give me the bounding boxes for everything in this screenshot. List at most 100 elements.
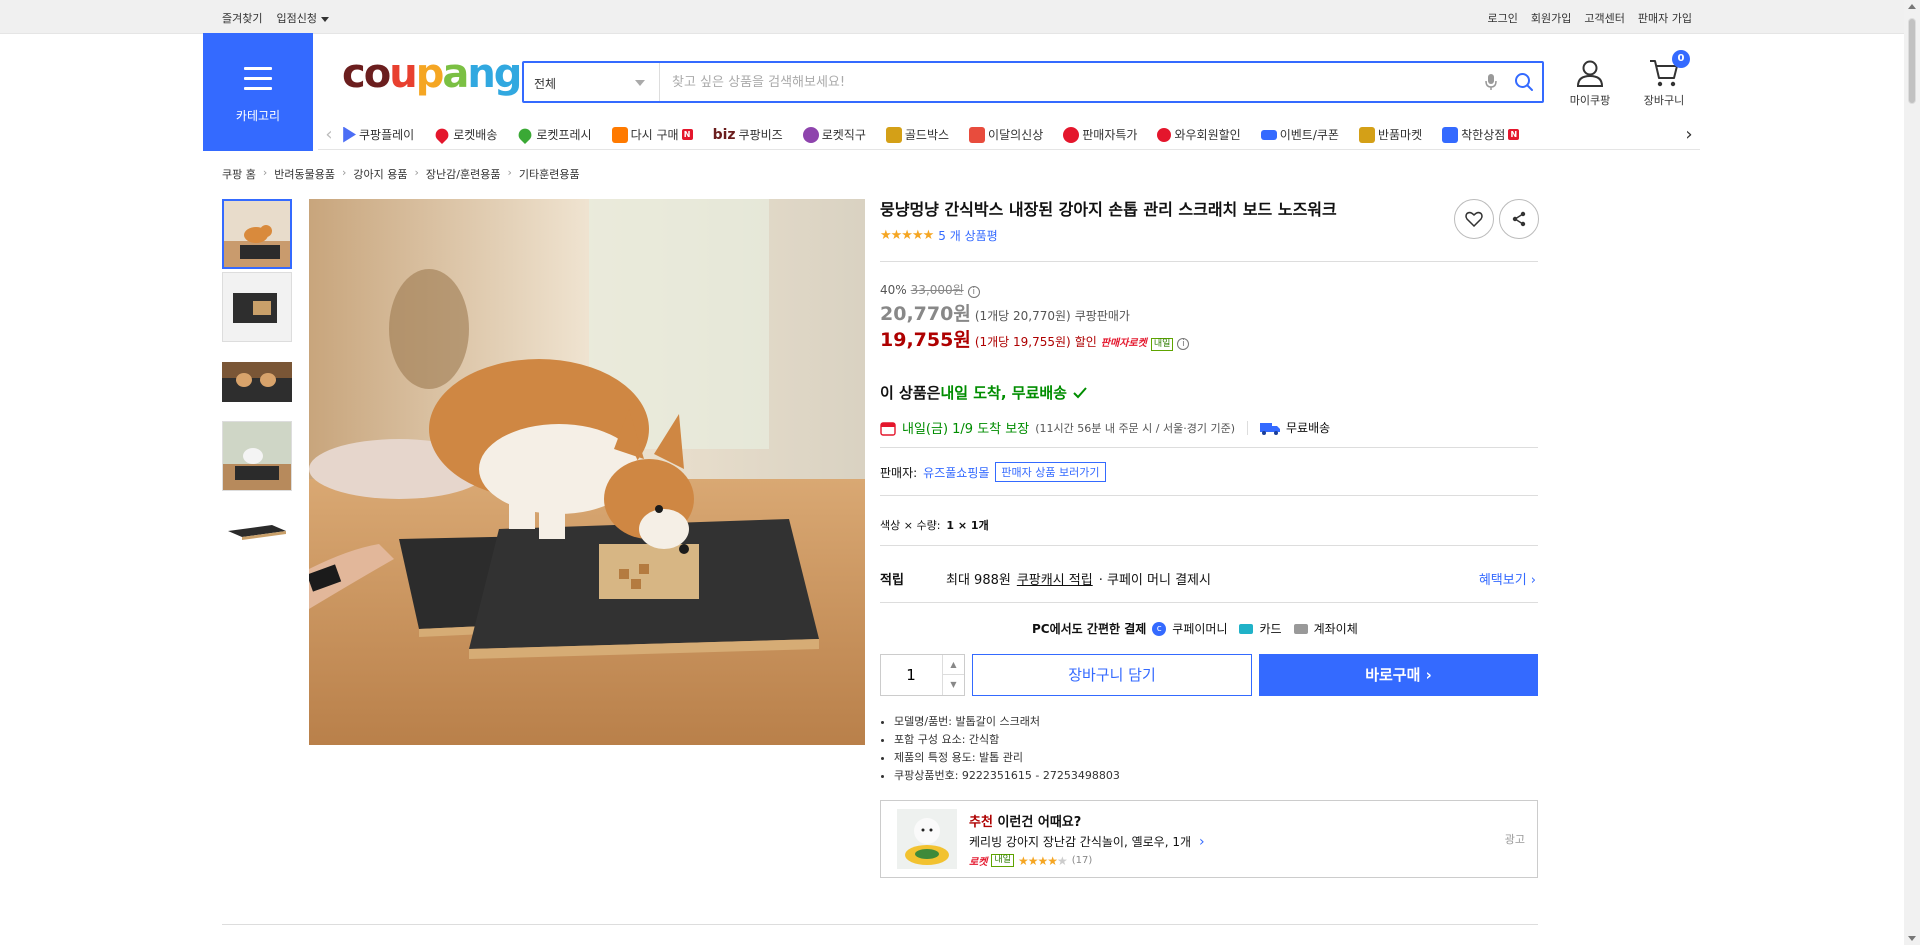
breadcrumb-training[interactable]: 기타훈련용품 <box>519 166 580 182</box>
seller-prefix: 판매자: <box>880 465 918 480</box>
seller-signup-link[interactable]: 판매자 가입 <box>1638 10 1692 26</box>
signup-link[interactable]: 회원가입 <box>1531 10 1571 26</box>
quantity-down-icon[interactable]: ▼ <box>943 675 964 695</box>
attribute-item: 포함 구성 요소: 간식함 <box>894 731 1120 749</box>
coupang-cash-link[interactable]: 쿠팡캐시 적립 <box>1017 569 1093 588</box>
subnav-label: 이벤트/쿠폰 <box>1279 128 1339 142</box>
subnav-item-coupangplay[interactable]: 쿠팡플레이 <box>340 126 414 143</box>
new-badge: N <box>1508 129 1520 140</box>
benefit-link[interactable]: 혜택보기 › <box>1479 569 1536 588</box>
seller-row: 판매자: 유즈풀쇼핑몰 판매자 상품 보러가기 <box>880 462 1106 482</box>
share-button[interactable] <box>1499 199 1539 239</box>
seller-rocket-badge: 판매자로켓 <box>1100 338 1147 349</box>
thumbnail-3[interactable] <box>222 362 292 402</box>
subnav-item-global[interactable]: 로켓직구 <box>802 126 866 143</box>
cart-label: 장바구니 <box>1643 94 1685 107</box>
recommendation-review-count: (17) <box>1071 855 1093 866</box>
seller-name-link[interactable]: 유즈풀쇼핑몰 <box>923 464 989 481</box>
info-icon[interactable]: i <box>967 286 980 298</box>
subnav-label: 로켓직구 <box>821 128 866 142</box>
subnav-item-good-store[interactable]: 착한상점 N <box>1442 126 1520 143</box>
main-product-image[interactable] <box>309 199 865 745</box>
subnav-prev-icon[interactable]: ‹ <box>318 124 340 145</box>
coupang-price: 20,770원 <box>880 303 971 325</box>
product-rating[interactable]: ★★★★★ 5 개 상품평 <box>880 227 1538 244</box>
category-button[interactable]: 카테고리 <box>203 33 313 151</box>
recommendation-image[interactable] <box>897 809 957 869</box>
recommendation-item[interactable]: 케리빙 강아지 장난감 간식놀이, 옐로우, 1개 › <box>969 833 1205 850</box>
reward-label: 적립 <box>880 573 904 588</box>
subnav-label: 쿠팡플레이 <box>359 128 415 142</box>
info-icon[interactable]: i <box>1177 338 1190 350</box>
divider <box>880 495 1538 496</box>
subnav-item-new-arrival[interactable]: 이달의신상 <box>969 126 1043 143</box>
thumbnail-2[interactable] <box>222 272 292 342</box>
seller-deal-icon <box>1063 126 1080 143</box>
mycoupang-button[interactable]: 마이쿠팡 <box>1560 58 1620 108</box>
option-label: 색상 × 수량: <box>880 519 941 532</box>
scroll-up-icon[interactable] <box>1908 4 1916 9</box>
thumbnail-4[interactable] <box>222 421 292 491</box>
subnav-item-seller-deal[interactable]: 판매자특가 <box>1063 126 1137 143</box>
coupang-logo[interactable]: coupang <box>342 54 522 94</box>
product-title: 뭉냥멍냥 간식박스 내장된 강아지 손톱 관리 스크래치 보드 노즈워크 <box>880 200 1337 219</box>
subnav-item-rocket[interactable]: 로켓배송 <box>433 125 498 144</box>
mic-icon[interactable] <box>1476 63 1506 101</box>
login-link[interactable]: 로그인 <box>1488 10 1518 26</box>
quantity-up-icon[interactable]: ▲ <box>943 655 964 675</box>
customer-center-link[interactable]: 고객센터 <box>1584 10 1624 26</box>
return-market-icon <box>1358 126 1375 143</box>
quantity-input[interactable] <box>881 655 941 695</box>
wishlist-button[interactable] <box>1454 199 1494 239</box>
subnav-item-biz[interactable]: biz 쿠팡비즈 <box>713 126 783 143</box>
sale-unit-price: (1개당 19,755원) <box>974 335 1071 349</box>
subnav-item-wow[interactable]: 와우회원할인 <box>1157 126 1241 143</box>
breadcrumb-home[interactable]: 쿠팡 홈 <box>222 166 256 182</box>
subnav-item-rebuy[interactable]: 다시 구매 N <box>611 126 693 143</box>
rocket-icon <box>433 125 452 144</box>
breadcrumb-pet[interactable]: 반려동물용품 <box>274 166 335 182</box>
vendor-apply-link[interactable]: 입점신청 <box>276 10 329 26</box>
buy-now-button[interactable]: 바로구매 › <box>1259 654 1538 696</box>
section-divider <box>222 924 1538 925</box>
subnav-next-icon[interactable]: › <box>1678 124 1700 145</box>
thumbnail-5[interactable] <box>222 509 292 549</box>
wow-icon <box>1157 127 1172 142</box>
sale-price-row: 19,755원 (1개당 19,755원) 할인 판매자로켓 내일 i <box>880 325 1190 352</box>
search-icon[interactable] <box>1506 63 1542 101</box>
util-bar: 즐겨찾기 입점신청 로그인 회원가입 고객센터 판매자 가입 <box>0 0 1904 34</box>
scroll-thumb[interactable] <box>1908 18 1916 104</box>
user-icon <box>1576 60 1604 87</box>
search-category-select[interactable]: 전체 <box>524 63 660 101</box>
seller-products-button[interactable]: 판매자 상품 보러가기 <box>995 462 1106 482</box>
util-right: 로그인 회원가입 고객센터 판매자 가입 <box>1488 10 1692 26</box>
subnav-item-coupon[interactable]: 이벤트/쿠폰 <box>1260 126 1339 143</box>
scroll-down-icon[interactable] <box>1908 936 1916 941</box>
sub-navigation: ‹ 쿠팡플레이 로켓배송 로켓프레시 다시 구매 N biz 쿠팡비즈 로켓직구 골… <box>318 120 1700 150</box>
thumbnail-1[interactable] <box>222 199 292 269</box>
breadcrumb-toys[interactable]: 장난감/훈련용품 <box>426 166 501 182</box>
review-count-link[interactable]: 5 개 상품평 <box>938 227 997 244</box>
reward-text-2: · 쿠페이 머니 결제시 <box>1098 573 1211 588</box>
search-input[interactable] <box>660 63 1476 101</box>
goldbox-icon <box>885 126 902 143</box>
subnav-label: 착한상점 <box>1461 128 1506 142</box>
payment-title: PC에서도 간편한 결제 <box>1032 622 1147 636</box>
bookmark-link[interactable]: 즐겨찾기 <box>222 10 262 26</box>
chevron-right-icon: › <box>1199 833 1205 850</box>
subnav-item-return-market[interactable]: 반품마켓 <box>1358 126 1422 143</box>
subnav-item-fresh[interactable]: 로켓프레시 <box>516 125 592 144</box>
subnav-item-goldbox[interactable]: 골드박스 <box>885 126 949 143</box>
subnav-label: 쿠팡비즈 <box>738 128 783 142</box>
dropdown-arrow-icon <box>635 80 645 86</box>
product-info: 뭉냥멍냥 간식박스 내장된 강아지 손톱 관리 스크래치 보드 노즈워크 ★★★… <box>880 199 1539 878</box>
breadcrumb-dog[interactable]: 강아지 용품 <box>353 166 407 182</box>
sale-label: 할인 <box>1074 335 1097 349</box>
cart-button[interactable]: 0 장바구니 <box>1634 50 1694 108</box>
global-rocket-icon <box>802 126 819 143</box>
add-to-cart-button[interactable]: 장바구니 담기 <box>972 654 1252 696</box>
page-scrollbar[interactable] <box>1904 0 1920 945</box>
free-shipping-label: 무료배송 <box>1286 421 1331 435</box>
recommendation-card[interactable]: 추천 이런건 어때요? 케리빙 강아지 장난감 간식놀이, 옐로우, 1개 › … <box>880 800 1538 878</box>
subnav-label: 로켓배송 <box>453 128 498 142</box>
